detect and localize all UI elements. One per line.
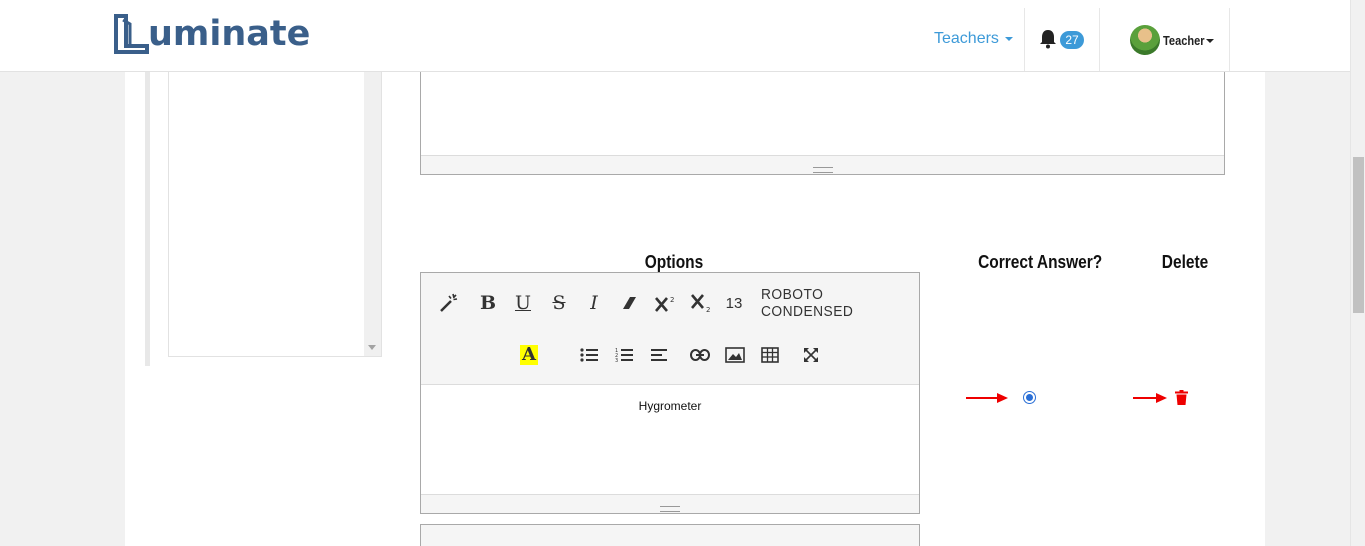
nav-divider [1229,8,1230,71]
scroll-down-arrow-icon[interactable] [368,345,376,350]
text-color-icon[interactable]: A [518,343,540,367]
logo-text: uminate [148,14,311,54]
editor-resize-handle[interactable] [421,155,1224,174]
red-arrow-icon [966,393,1008,403]
luminate-logo[interactable]: uminate [113,10,310,54]
table-icon[interactable] [759,343,781,367]
option-text: Hygrometer [638,399,702,413]
text-color-letter: A [520,344,538,365]
svg-text:3: 3 [615,358,618,363]
bell-icon[interactable] [1039,29,1057,49]
magic-wand-icon[interactable] [436,291,462,315]
teachers-dropdown[interactable]: Teachers [934,30,1013,48]
correct-answer-column-heading: Correct Answer? [978,252,1103,272]
subscript-icon[interactable]: 2 [689,291,715,315]
side-list-scrollbar[interactable] [364,72,381,356]
eraser-icon[interactable] [618,291,640,315]
side-list-box[interactable] [168,72,382,357]
option-text-area[interactable]: Hygrometer [421,385,919,495]
red-arrow-icon [1133,393,1167,403]
caret-down-icon[interactable] [1206,39,1214,43]
logo-l-icon [113,14,151,54]
nav-divider [1099,8,1100,71]
option-editor: B U S I 2 2 13 ROBOTO CONDENSED A 123 Hy… [420,272,920,514]
numbered-list-icon[interactable]: 123 [613,343,635,367]
nav-divider [1024,8,1025,71]
top-navbar: uminate Teachers 27 Teacher [0,0,1350,72]
editor-resize-handle[interactable] [421,494,919,513]
bold-button[interactable]: B [477,291,499,315]
left-divider [145,72,150,366]
svg-text:2: 2 [706,306,710,314]
align-icon[interactable] [648,343,670,367]
options-column-heading: Options [644,252,704,272]
scrollbar-thumb[interactable] [1353,157,1364,313]
editor-toolbar: B U S I 2 2 13 ROBOTO CONDENSED A 123 [421,273,919,385]
avatar[interactable] [1130,25,1160,55]
delete-column-heading: Delete [1161,252,1209,272]
image-icon[interactable] [724,343,746,367]
page-scrollbar[interactable] [1350,0,1365,546]
correct-answer-radio[interactable] [1023,391,1036,404]
teachers-label: Teachers [934,30,999,47]
font-family-select[interactable]: ROBOTO CONDENSED [761,286,899,320]
link-icon[interactable] [689,343,711,367]
font-size-select[interactable]: 13 [723,291,745,315]
next-option-editor[interactable] [420,524,920,546]
bullet-list-icon[interactable] [578,343,600,367]
user-menu-label[interactable]: Teacher [1163,33,1205,48]
caret-down-icon [1004,36,1013,41]
question-editor-area[interactable] [420,72,1225,175]
strikethrough-button[interactable]: S [548,291,570,315]
underline-button[interactable]: U [512,291,534,315]
italic-button[interactable]: I [583,291,605,315]
notification-badge[interactable]: 27 [1060,31,1084,49]
superscript-icon[interactable]: 2 [653,291,679,315]
fullscreen-icon[interactable] [800,343,822,367]
trash-icon[interactable] [1175,390,1188,405]
svg-text:2: 2 [670,296,674,304]
